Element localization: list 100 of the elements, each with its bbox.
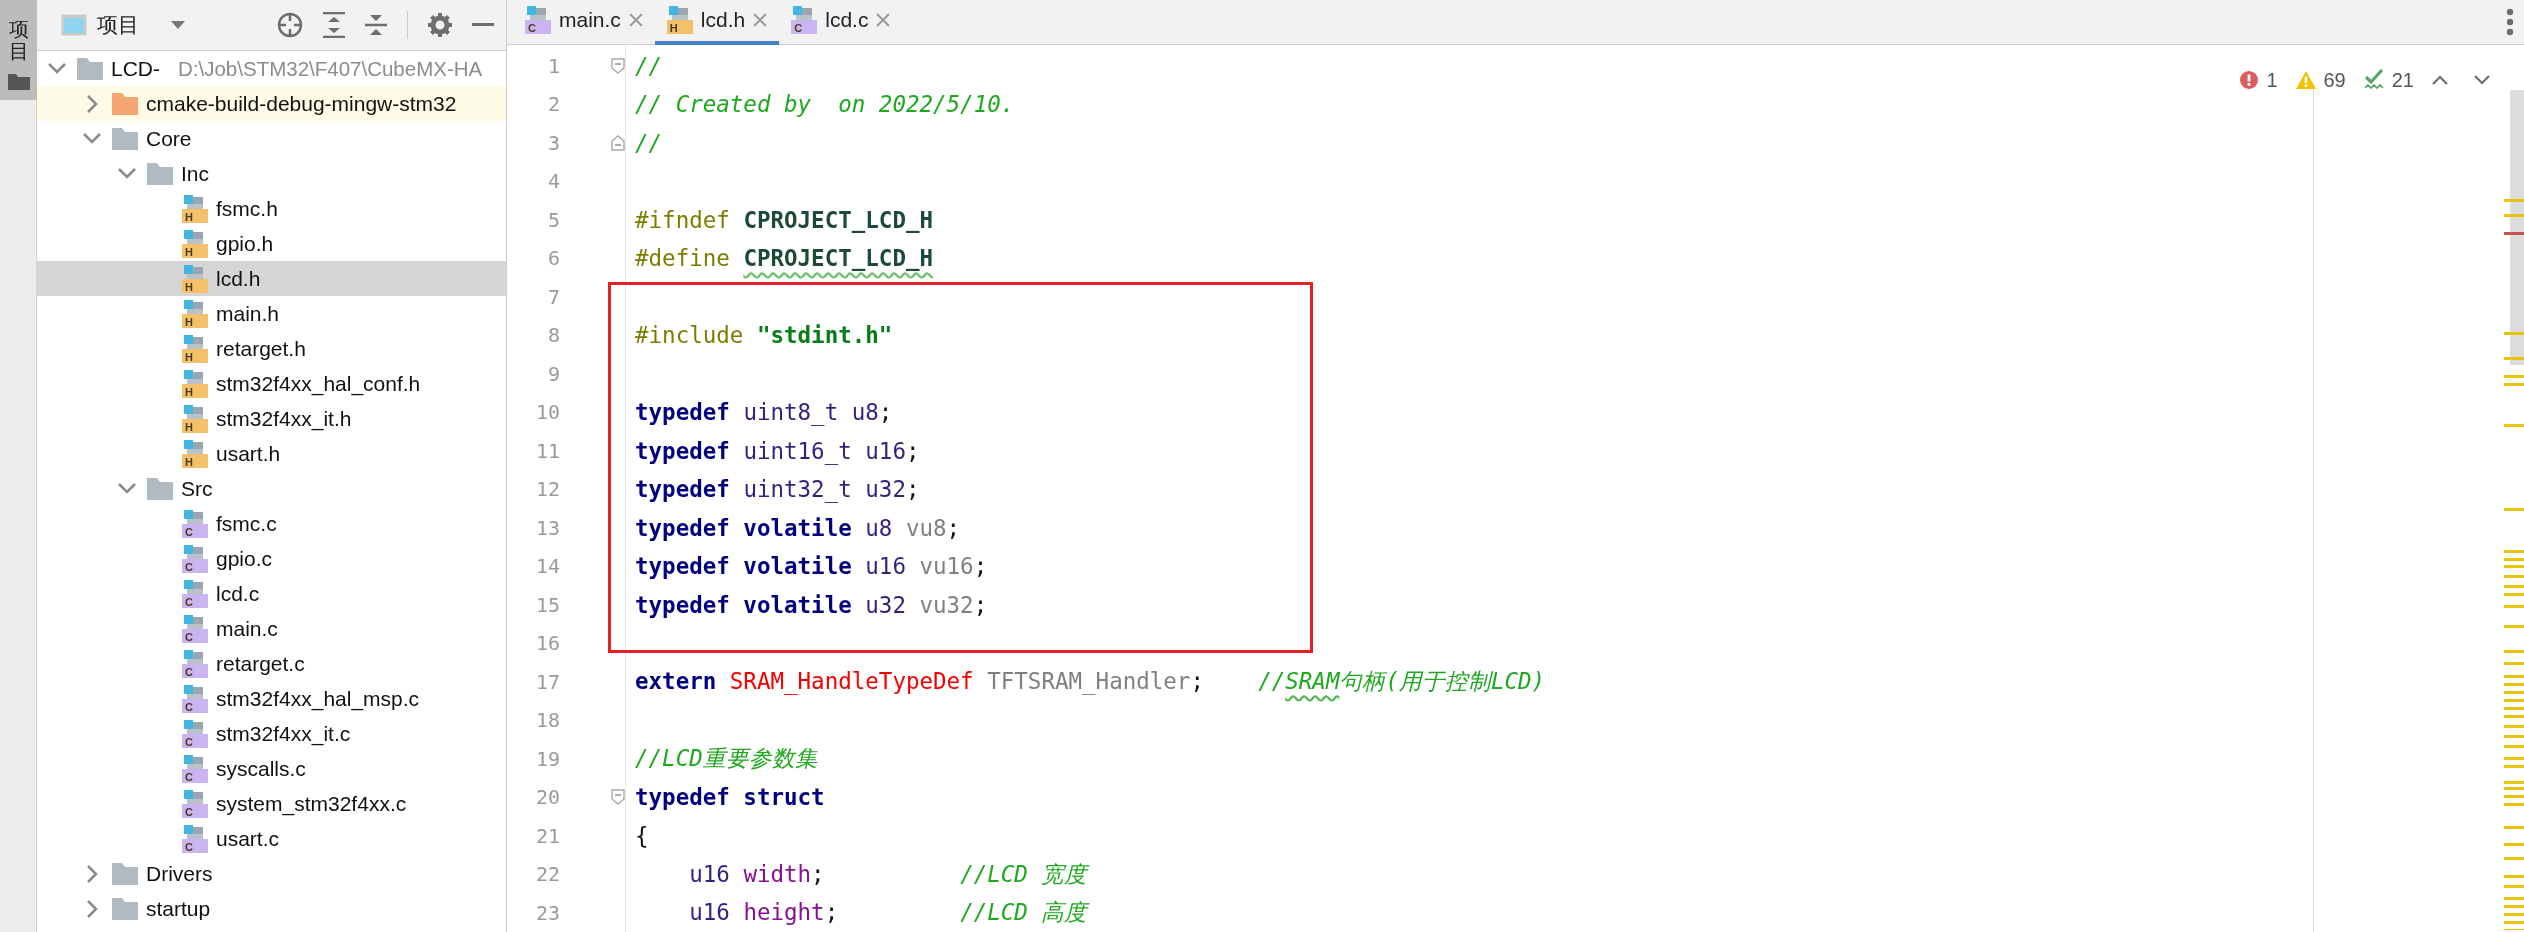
error-icon[interactable] [2240,71,2259,89]
settings-icon[interactable] [428,13,452,37]
project-path: D:\Job\STM32\F407\CubeMX-HA [178,56,483,81]
panel-title: 项目 [97,12,139,38]
chevron-down-icon[interactable] [118,168,136,179]
code-line: u16 height; //LCD 高度 [688,898,1088,928]
collapse-all-icon[interactable] [365,12,387,38]
code-line: // [635,129,663,156]
tree-item-label: usart.c [216,826,280,851]
folder-icon [112,127,138,150]
line-number: 20 [534,785,560,810]
tree-row[interactable]: C gpio.c [37,541,506,576]
tree-item-label: lcd.c [216,581,260,606]
line-number: 14 [534,554,560,579]
code-line: { [635,822,649,849]
typo-check-icon[interactable] [2363,69,2384,91]
tree-row[interactable]: C main.c [37,611,506,646]
close-icon[interactable] [876,13,891,28]
project-tool-tab[interactable]: 项目 [0,0,37,100]
line-number: 2 [546,92,560,117]
tree-row[interactable]: H gpio.h [37,226,506,261]
tree-row[interactable]: C fsmc.c [37,506,506,541]
typo-count[interactable]: 21 [2391,68,2414,92]
code-line: extern SRAM_HandleTypeDef TFTSRAM_Handler; //SRAM句柄(用于控制LCD) [635,667,1546,697]
tree-row[interactable]: Src [37,471,506,506]
fold-icon[interactable] [611,789,625,806]
tree-row[interactable]: H stm32f4xx_it.h [37,401,506,436]
expand-all-icon[interactable] [323,12,345,38]
tree-row[interactable]: C lcd.c [37,576,506,611]
error-count[interactable]: 1 [2266,68,2278,92]
tree-row[interactable]: C usart.c [37,821,506,856]
chevron-right-icon[interactable] [86,864,98,883]
warning-count[interactable]: 69 [2323,68,2346,92]
tree-row[interactable]: H stm32f4xx_hal_conf.h [37,366,506,401]
tree-row[interactable]: C system_stm32f4xx.c [37,786,506,821]
tree-item-label: Inc [181,161,209,186]
tree-item-label: stm32f4xx_hal_msp.c [216,686,420,711]
close-icon[interactable] [628,13,643,28]
code-line: u16 width; //LCD 宽度 [688,859,1088,889]
line-number: 16 [534,631,560,656]
fold-icon[interactable] [611,57,625,74]
folder-icon [112,862,138,885]
tree-item-label: syscalls.c [216,756,306,781]
code-line: //LCD重要参数集 [635,744,818,774]
editor-tab[interactable]: H lcd.h [654,0,780,45]
folder-icon [112,92,138,115]
tree-item-label: system_stm32f4xx.c [216,791,407,816]
tree-item-label: LCD- [111,56,160,81]
panel-window-icon [61,14,87,36]
chevron-up-icon[interactable] [2432,75,2448,85]
line-number: 17 [534,669,560,694]
tree-row[interactable]: LCD- D:\Job\STM32\F407\CubeMX-HA [37,51,506,86]
locate-icon[interactable] [277,12,303,38]
chevron-down-icon[interactable] [118,483,136,494]
tree-row[interactable]: C retarget.c [37,646,506,681]
code-line: typedef volatile u8 vu8; [635,514,961,541]
tree-row[interactable]: C stm32f4xx_it.c [37,716,506,751]
tree-item-label: fsmc.h [216,196,278,221]
folder-icon [147,477,173,500]
editor-tab[interactable]: C lcd.c [779,0,903,45]
fold-icon[interactable] [611,134,625,151]
line-number: 7 [546,284,560,309]
line-number: 6 [546,246,560,271]
tree-row[interactable]: Drivers [37,856,506,891]
tree-row[interactable]: Inc [37,156,506,191]
chevron-down-icon[interactable] [2474,75,2490,85]
code-line: typedef volatile u32 vu32; [635,591,988,618]
code-line: typedef volatile u16 vu16; [635,553,988,580]
tree-item-label: retarget.c [216,651,305,676]
line-number: 5 [546,207,560,232]
tree-item-label: retarget.h [216,336,306,361]
chevron-down-icon[interactable] [83,133,101,144]
folder-icon [112,897,138,920]
tree-item-label: startup [146,896,211,921]
code-line: #define CPROJECT_LCD_H [635,245,934,272]
chevron-down-icon[interactable] [48,63,66,74]
tree-row[interactable]: C stm32f4xx_hal_msp.c [37,681,506,716]
code-line: // [635,52,663,79]
editor-tab[interactable]: C main.c [513,0,655,45]
line-number: 23 [534,900,560,925]
folder-icon [147,162,173,185]
tree-row[interactable]: cmake-build-debug-mingw-stm32 [37,86,506,121]
tree-row[interactable]: H retarget.h [37,331,506,366]
tree-row[interactable]: H main.h [37,296,506,331]
line-number: 11 [534,438,560,463]
tree-row[interactable]: H lcd.h [37,261,506,296]
close-icon[interactable] [753,13,768,28]
line-number: 4 [546,169,560,194]
line-number: 13 [534,515,560,540]
tree-row[interactable]: startup [37,891,506,926]
tree-item-label: main.c [216,616,278,641]
tree-row[interactable]: H fsmc.h [37,191,506,226]
tree-row[interactable]: C syscalls.c [37,751,506,786]
minimize-icon[interactable] [472,23,494,27]
chevron-right-icon[interactable] [86,94,98,113]
tree-row[interactable]: Core [37,121,506,156]
chevron-right-icon[interactable] [86,899,98,918]
tree-row[interactable]: H usart.h [37,436,506,471]
dropdown-caret-icon[interactable] [171,21,185,29]
more-options-icon[interactable] [2506,7,2514,36]
